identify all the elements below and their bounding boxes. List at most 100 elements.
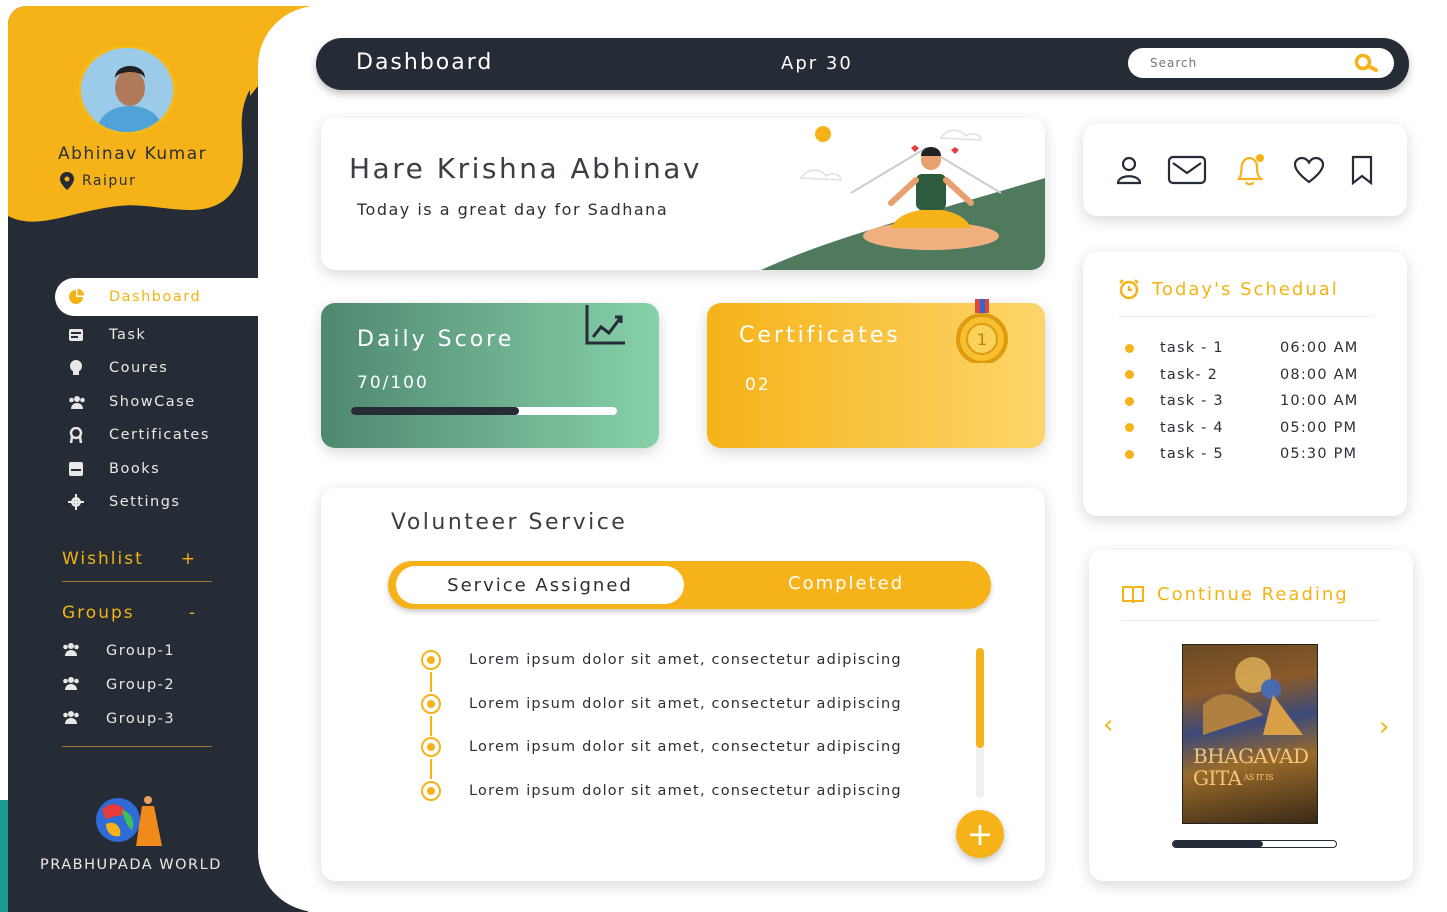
schedule-task: task- 2 [1160, 366, 1218, 383]
schedule-row[interactable]: task- 2 08:00 AM [1125, 367, 1358, 383]
wishlist-add-button[interactable]: + [181, 549, 197, 569]
chevron-left-icon[interactable]: ‹ [1103, 710, 1113, 740]
certificates-card[interactable]: Certificates 1 02 [707, 299, 1045, 448]
group-item[interactable]: Group-3 [62, 702, 175, 736]
sidebar-item-label: Dashboard [109, 289, 202, 305]
bullet-dot [1125, 396, 1134, 406]
book-icon [65, 461, 109, 477]
bullet-dot [1125, 423, 1134, 432]
schedule-row[interactable]: task - 4 05:00 PM [1125, 420, 1357, 436]
scrollbar-thumb[interactable] [976, 648, 984, 748]
list-item[interactable]: Lorem ipsum dolor sit amet, consectetur … [421, 692, 961, 736]
schedule-row[interactable]: task - 3 10:00 AM [1125, 393, 1358, 409]
courses-icon [65, 360, 109, 376]
showcase-icon [65, 395, 109, 409]
sidebar-item-courses[interactable]: Coures [55, 352, 265, 386]
mail-icon[interactable] [1167, 155, 1207, 185]
pie-chart-icon [65, 289, 109, 305]
sidebar-item-label: Coures [109, 360, 169, 377]
notification-bell-icon[interactable] [1233, 153, 1267, 187]
scrollbar[interactable] [976, 648, 984, 798]
certificates-title: Certificates [739, 323, 901, 348]
list-item[interactable]: Lorem ipsum dolor sit amet, consectetur … [421, 735, 961, 779]
book-title-line2: GITA [1193, 766, 1242, 790]
sidebar-item-label: Settings [109, 494, 181, 511]
tab-service-assigned[interactable]: Service Assigned [396, 566, 684, 604]
daily-score-progress-fill [351, 407, 519, 415]
list-item-text: Lorem ipsum dolor sit amet, consectetur … [469, 652, 902, 668]
group-list: Group-1 Group-2 Group-3 [62, 634, 175, 736]
group-item[interactable]: Group-1 [62, 634, 175, 668]
daily-score-card[interactable]: Daily Score 70/100 [321, 303, 659, 448]
book-cover[interactable]: BHAGAVAD GITA AS IT IS [1182, 644, 1318, 824]
wishlist-header[interactable]: Wishlist + [62, 549, 197, 569]
tab-completed[interactable]: Completed [788, 573, 904, 594]
avatar[interactable] [78, 45, 176, 135]
date-label: Apr 30 [781, 53, 853, 74]
sidebar-item-task[interactable]: Task [55, 318, 265, 352]
medal-number: 1 [977, 330, 987, 349]
certificates-count: 02 [745, 375, 771, 395]
user-name: Abhinav Kumar [58, 144, 208, 164]
add-service-button[interactable]: + [956, 810, 1004, 858]
medal-icon: 1 [956, 299, 1008, 363]
groups-collapse-button[interactable]: - [189, 603, 197, 623]
app-frame: Abhinav Kumar Raipur Dashboard Task Cour… [0, 0, 1447, 912]
bullet-dot [1125, 343, 1134, 353]
top-bar: Dashboard Apr 30 [316, 38, 1409, 90]
list-item-text: Lorem ipsum dolor sit amet, consectetur … [469, 782, 902, 799]
timeline-dot [421, 780, 441, 801]
search-icon[interactable] [1354, 53, 1380, 73]
group-icon [62, 710, 106, 728]
divider [1118, 316, 1374, 317]
wishlist-label: Wishlist [62, 549, 144, 569]
user-location-text: Raipur [82, 173, 137, 189]
user-location: Raipur [60, 172, 136, 190]
schedule-row[interactable]: task - 1 06:00 AM [1125, 340, 1358, 356]
schedule-row[interactable]: task - 5 05:30 PM [1125, 446, 1357, 462]
sidebar-item-books[interactable]: Books [55, 452, 265, 486]
group-label: Group-2 [106, 677, 176, 693]
page-title: Dashboard [356, 50, 494, 75]
sidebar-item-label: ShowCase [109, 393, 196, 410]
list-item[interactable]: Lorem ipsum dolor sit amet, consectetur … [421, 648, 961, 692]
volunteer-timeline: Lorem ipsum dolor sit amet, consectetur … [421, 648, 961, 822]
groups-header[interactable]: Groups - [62, 603, 197, 623]
sidebar-item-showcase[interactable]: ShowCase [55, 385, 265, 419]
sidebar-item-settings[interactable]: Settings [55, 486, 265, 520]
group-icon [62, 676, 106, 694]
search-input[interactable] [1150, 56, 1354, 70]
book-title-line1: BHAGAVAD [1193, 744, 1309, 768]
schedule-header: Today's Schedual [1118, 278, 1339, 300]
sidebar-item-dashboard[interactable]: Dashboard [55, 278, 300, 316]
divider [62, 746, 212, 747]
schedule-time: 10:00 AM [1280, 393, 1359, 409]
bullet-dot [1125, 449, 1134, 459]
schedule-time: 05:30 PM [1280, 446, 1358, 462]
bookmark-icon[interactable] [1350, 155, 1374, 185]
sidebar-item-certificates[interactable]: Certificates [55, 419, 265, 453]
quick-icons-card [1083, 124, 1407, 216]
list-item[interactable]: Lorem ipsum dolor sit amet, consectetur … [421, 779, 961, 823]
chevron-right-icon[interactable]: › [1379, 712, 1389, 742]
divider [62, 581, 212, 582]
user-icon[interactable] [1116, 155, 1142, 185]
sidebar-item-label: Certificates [109, 427, 210, 444]
search-box[interactable] [1128, 48, 1394, 78]
heart-icon[interactable] [1293, 156, 1325, 184]
group-label: Group-3 [106, 711, 176, 727]
schedule-task: task - 1 [1160, 340, 1224, 356]
schedule-task: task - 5 [1160, 446, 1224, 462]
timeline-connector [430, 759, 432, 779]
schedule-title: Today's Schedual [1152, 278, 1339, 300]
list-item-text: Lorem ipsum dolor sit amet, consectetur … [469, 695, 902, 712]
divider [1121, 620, 1381, 621]
prabhupada-world-logo [96, 796, 162, 846]
reading-progress [1172, 840, 1337, 848]
continue-reading-card: Continue Reading ‹ BHAGAVAD GITA AS IT IS … [1089, 550, 1413, 881]
schedule-task: task - 3 [1160, 393, 1224, 409]
daily-score-value: 70/100 [357, 373, 429, 393]
timeline-dot [421, 650, 441, 670]
group-item[interactable]: Group-2 [62, 668, 175, 702]
timeline-connector [430, 672, 432, 692]
